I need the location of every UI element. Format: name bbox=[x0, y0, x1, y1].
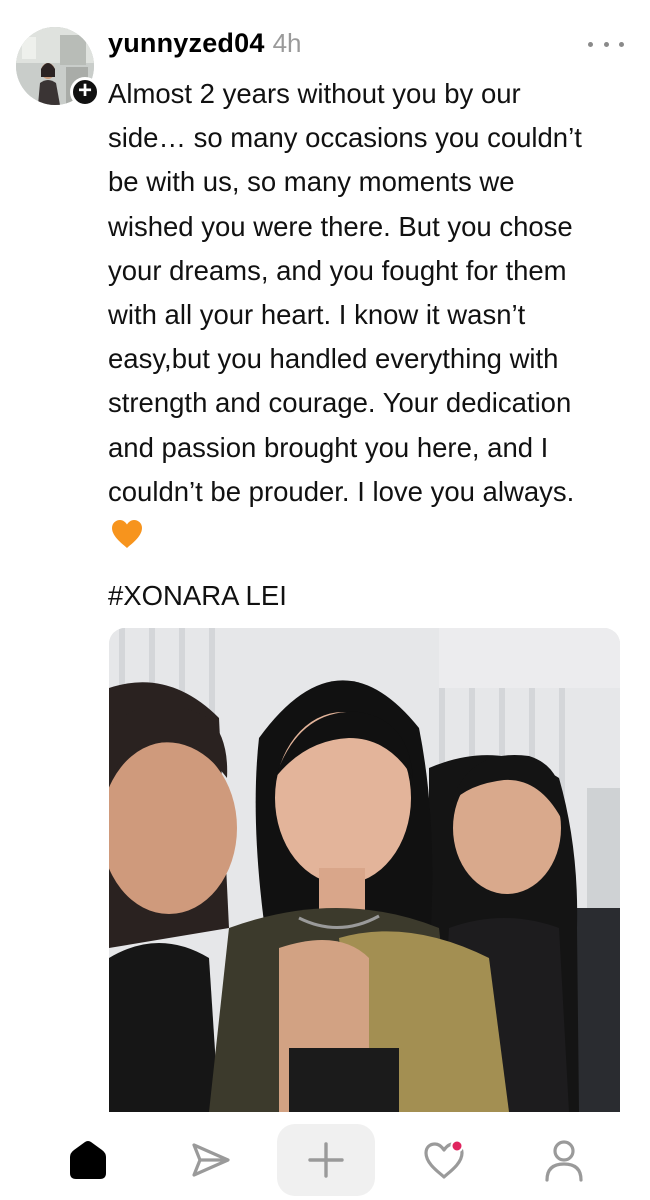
notification-dot bbox=[450, 1139, 464, 1153]
avatar-container[interactable]: + bbox=[16, 27, 100, 107]
more-dot bbox=[619, 41, 624, 47]
activity-icon bbox=[424, 1139, 464, 1179]
username[interactable]: yunnyzed04 bbox=[108, 28, 265, 59]
post-body-text: Almost 2 years without you by our side… … bbox=[108, 78, 582, 507]
post-header: yunnyzed04 4h bbox=[108, 28, 301, 62]
nav-activity[interactable] bbox=[414, 1120, 474, 1200]
nav-create[interactable] bbox=[277, 1120, 375, 1200]
create-icon bbox=[308, 1142, 344, 1178]
timestamp: 4h bbox=[272, 28, 302, 58]
thread-post: + yunnyzed04 4h Almost 2 years without y… bbox=[0, 0, 650, 1120]
more-options-button[interactable] bbox=[588, 30, 624, 58]
nav-profile[interactable] bbox=[534, 1120, 594, 1200]
hashtag-link[interactable]: #XONARA LEI bbox=[108, 574, 287, 618]
orange-heart-icon bbox=[110, 518, 144, 550]
create-button[interactable] bbox=[277, 1124, 375, 1196]
follow-button[interactable]: + bbox=[70, 77, 100, 107]
more-dot bbox=[588, 41, 593, 47]
profile-icon bbox=[545, 1140, 583, 1182]
more-dot bbox=[603, 41, 609, 47]
send-icon bbox=[192, 1143, 230, 1177]
nav-home[interactable] bbox=[58, 1120, 118, 1200]
post-image[interactable] bbox=[109, 628, 620, 1112]
home-icon bbox=[70, 1141, 106, 1179]
bottom-navigation bbox=[0, 1120, 650, 1200]
nav-send[interactable] bbox=[180, 1120, 240, 1200]
